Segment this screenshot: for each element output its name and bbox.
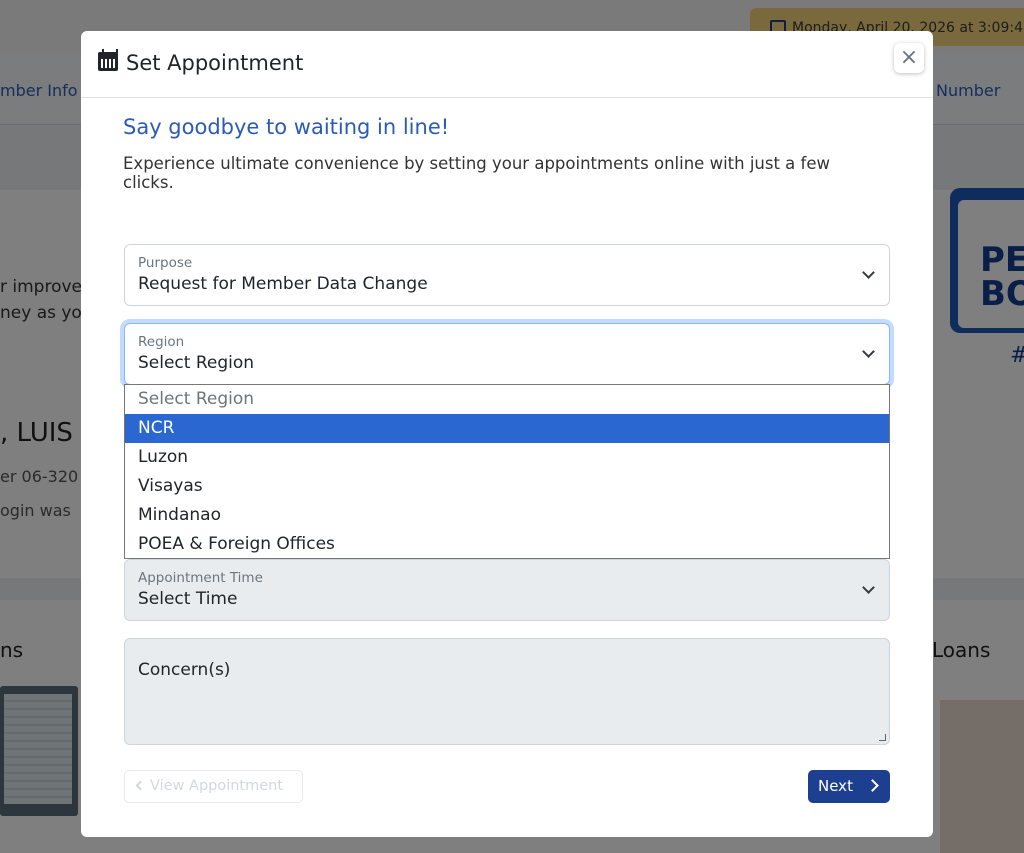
chevron-down-icon — [862, 581, 875, 594]
region-option-mindanao[interactable]: Mindanao — [125, 501, 889, 530]
modal-header: Set Appointment × — [81, 31, 933, 98]
set-appointment-modal: Set Appointment × Say goodbye to waiting… — [81, 31, 933, 837]
appointment-time-select[interactable]: Appointment Time Select Time — [124, 559, 890, 621]
region-label: Region — [138, 334, 185, 350]
region-option-visayas[interactable]: Visayas — [125, 472, 889, 501]
region-value: Select Region — [138, 353, 255, 373]
chevron-down-icon — [862, 345, 875, 358]
region-option-select-region[interactable]: Select Region — [125, 385, 889, 414]
purpose-value: Request for Member Data Change — [138, 274, 428, 294]
chevron-down-icon — [862, 266, 875, 279]
appointment-time-value: Select Time — [138, 589, 238, 609]
chevron-right-icon — [866, 779, 879, 792]
resize-handle-icon[interactable] — [879, 734, 886, 741]
next-button[interactable]: Next — [808, 770, 890, 803]
region-select[interactable]: Region Select Region — [124, 323, 890, 385]
calendar-icon — [98, 49, 118, 71]
region-option-luzon[interactable]: Luzon — [125, 443, 889, 472]
purpose-select[interactable]: Purpose Request for Member Data Change — [124, 244, 890, 306]
region-dropdown-list: Select Region NCR Luzon Visayas Mindanao… — [124, 384, 890, 559]
modal-subtext: Experience ultimate convenience by setti… — [123, 154, 830, 192]
modal-title: Set Appointment — [98, 49, 304, 75]
modal-title-text: Set Appointment — [126, 51, 304, 75]
chevron-left-icon — [135, 780, 146, 791]
purpose-label: Purpose — [138, 255, 193, 271]
concerns-placeholder: Concern(s) — [138, 660, 231, 680]
view-appointment-button[interactable]: View Appointment — [124, 770, 303, 803]
modal-headline: Say goodbye to waiting in line! — [123, 115, 450, 139]
region-option-ncr[interactable]: NCR — [125, 414, 889, 443]
close-button[interactable]: × — [894, 43, 924, 73]
next-label: Next — [818, 777, 853, 795]
view-appointment-label: View Appointment — [150, 778, 284, 794]
appointment-time-label: Appointment Time — [138, 570, 263, 586]
concerns-textarea[interactable]: Concern(s) — [124, 638, 890, 745]
region-option-poea-foreign[interactable]: POEA & Foreign Offices — [125, 530, 889, 559]
